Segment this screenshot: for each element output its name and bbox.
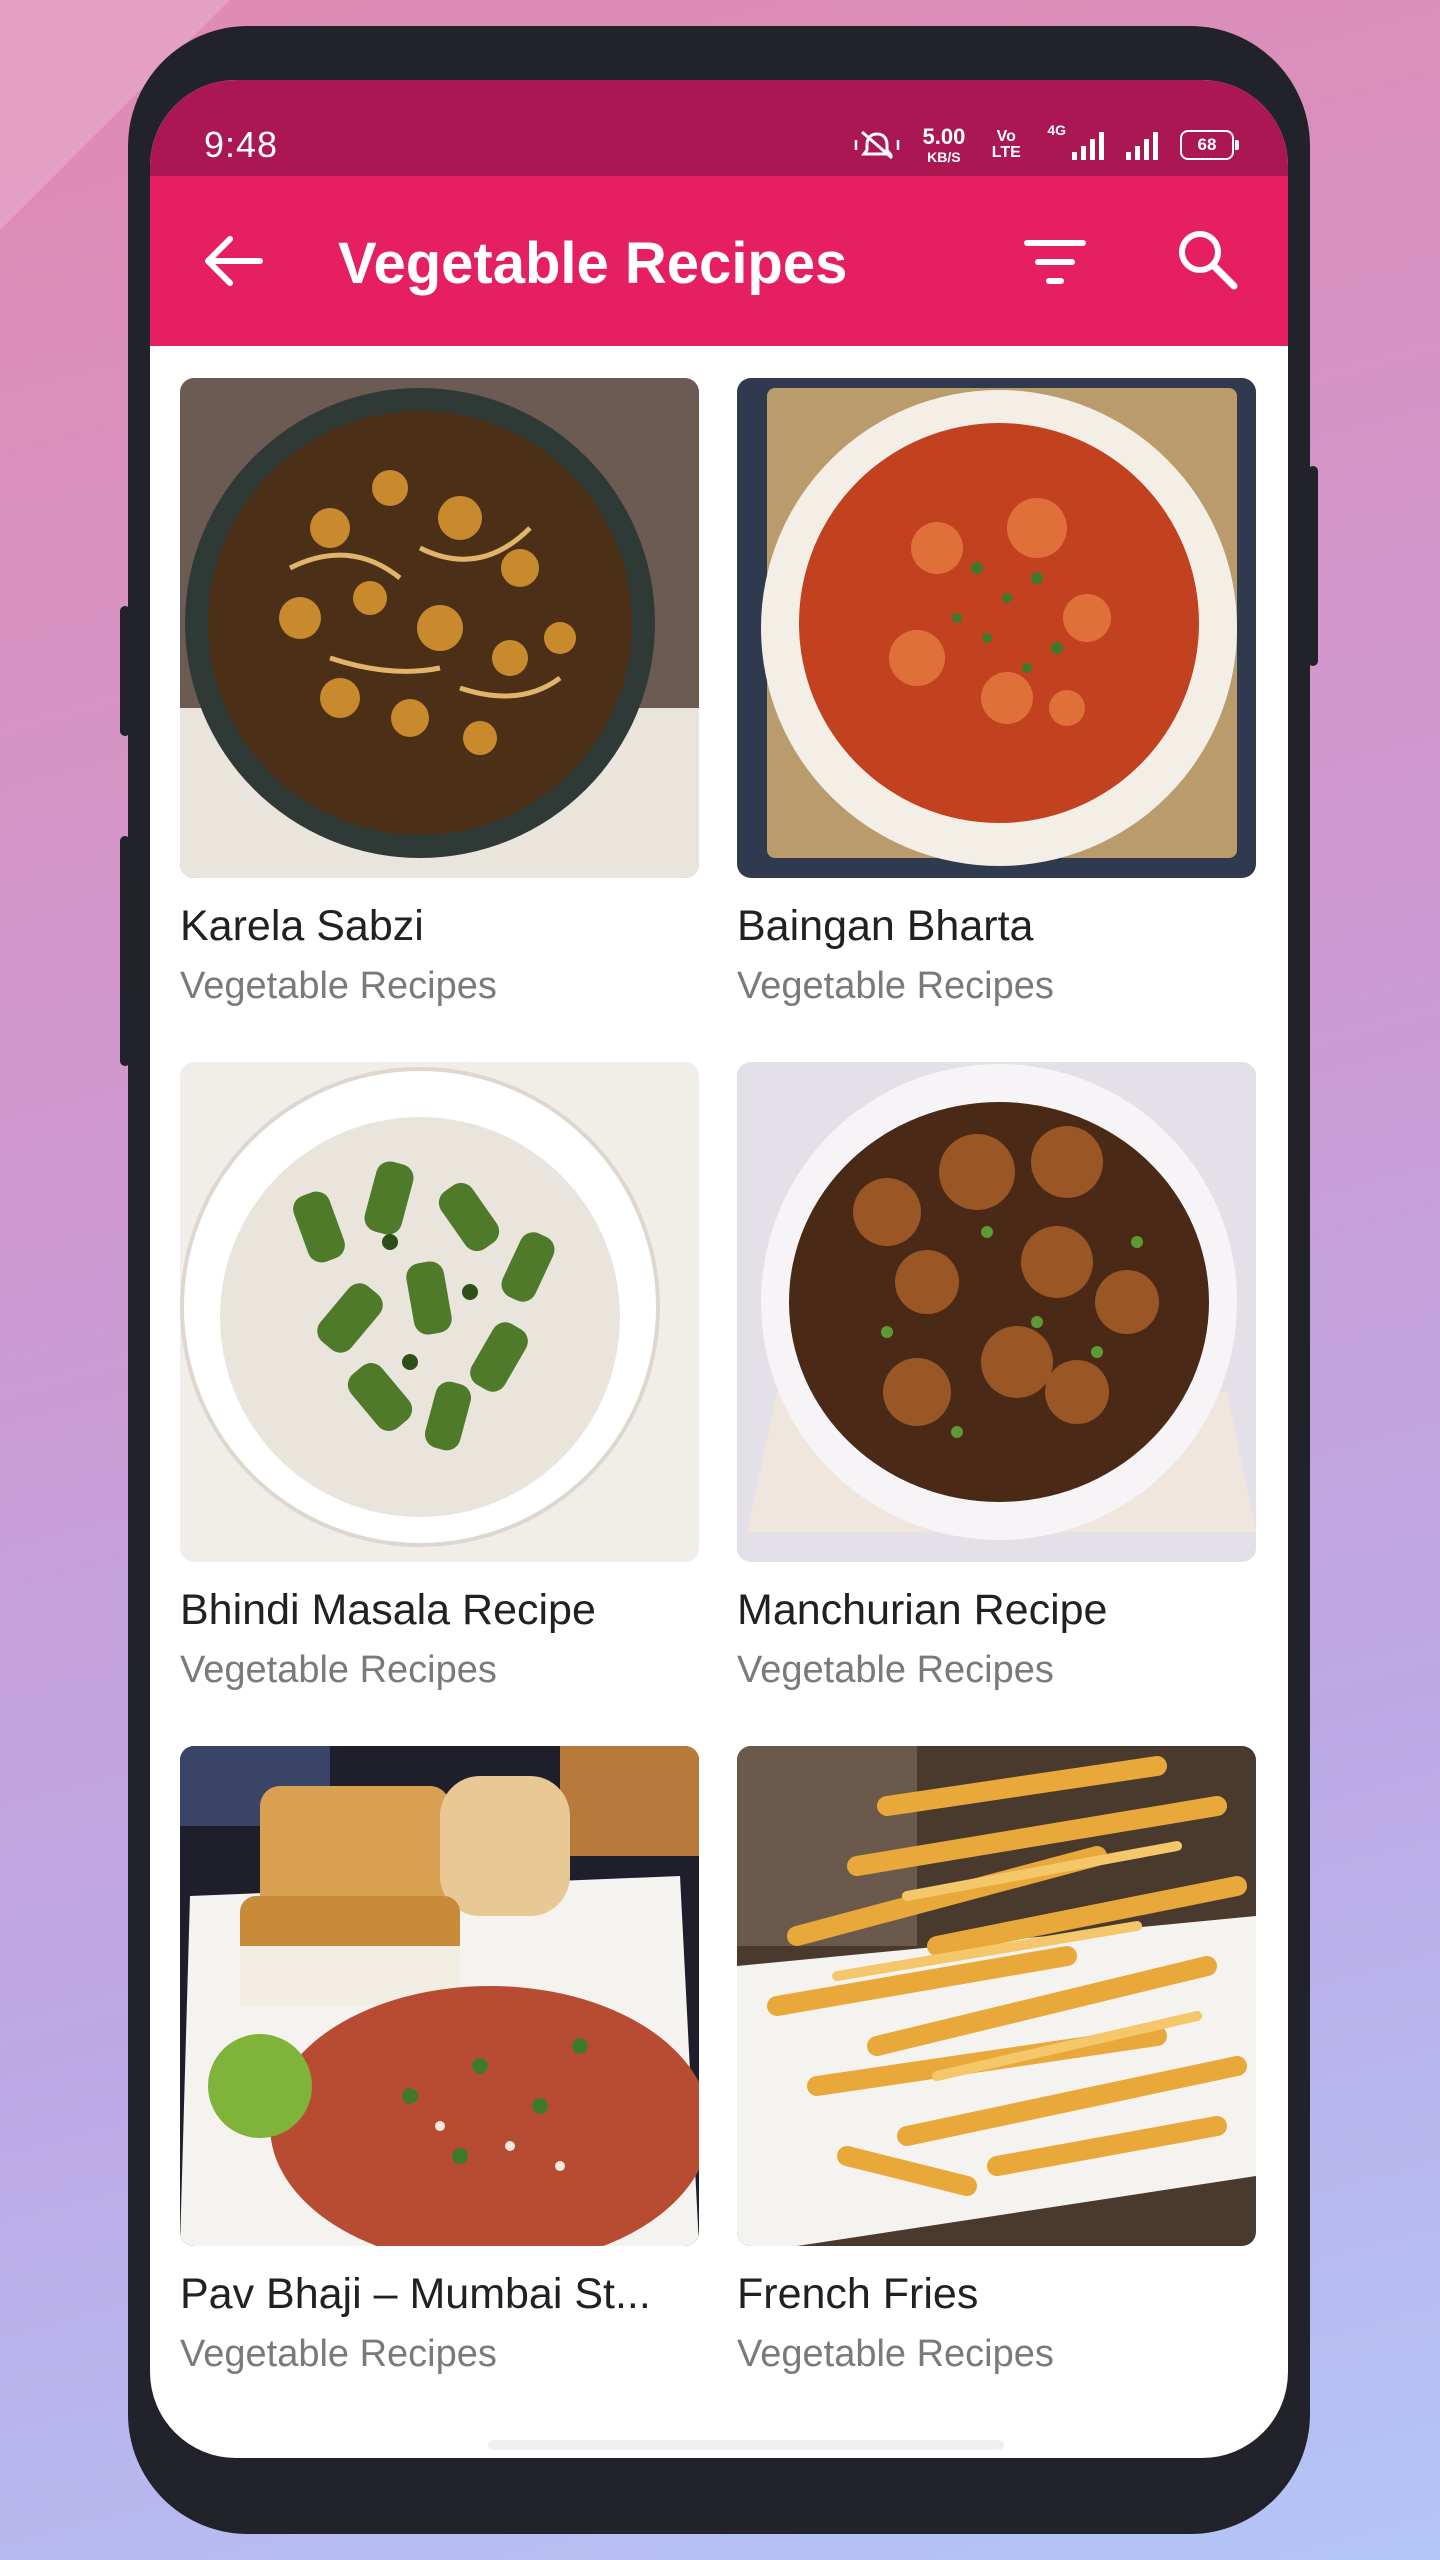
arrow-left-icon[interactable] (200, 231, 264, 291)
recipe-category: Vegetable Recipes (737, 965, 1054, 1007)
power-button (1308, 466, 1318, 666)
signal-icon (1072, 130, 1104, 160)
recipe-category: Vegetable Recipes (180, 1649, 497, 1691)
search-icon[interactable] (1174, 226, 1240, 292)
recipe-title: Bhindi Masala Recipe (180, 1586, 596, 1634)
recipe-title: Karela Sabzi (180, 902, 424, 950)
status-bar: 9:48 5.00 KB/S Vo LTE 4G 68 (150, 80, 1288, 176)
status-time: 9:48 (204, 124, 279, 165)
mute-bell-icon (855, 130, 900, 160)
recipe-card[interactable]: Bhindi Masala Recipe Vegetable Recipes (180, 1062, 699, 1692)
recipe-category: Vegetable Recipes (180, 2333, 497, 2375)
recipe-category: Vegetable Recipes (180, 965, 497, 1007)
network-type: 4G (1047, 122, 1066, 138)
network-speed: 5.00 KB/S (922, 124, 966, 165)
pav-bhaji-photo[interactable] (180, 1746, 699, 2246)
french-fries-photo[interactable] (737, 1746, 1256, 2246)
karela-sabzi-photo[interactable] (180, 378, 699, 878)
phone-screen: 9:48 5.00 KB/S Vo LTE 4G 68 Vegetable Re… (150, 80, 1288, 2458)
volume-button (120, 606, 130, 736)
recipe-title: Baingan Bharta (737, 902, 1034, 950)
recipe-card[interactable]: French Fries Vegetable Recipes (737, 1746, 1256, 2376)
recipe-title: Manchurian Recipe (737, 1586, 1108, 1634)
bhindi-masala-photo[interactable] (180, 1062, 699, 1562)
status-icons: 5.00 KB/S Vo LTE 4G 68 (854, 122, 1239, 165)
volte-indicator: Vo LTE (991, 128, 1021, 161)
filter-icon[interactable] (1022, 235, 1088, 289)
recipe-category: Vegetable Recipes (737, 1649, 1054, 1691)
volume-button (120, 836, 130, 1066)
recipe-category: Vegetable Recipes (737, 2333, 1054, 2375)
gesture-navigation-bar[interactable] (488, 2440, 1004, 2450)
recipe-card[interactable]: Baingan Bharta Vegetable Recipes (737, 378, 1256, 1008)
manchurian-photo[interactable] (737, 1062, 1256, 1562)
signal-icon (1126, 130, 1158, 160)
app-bar: Vegetable Recipes (150, 176, 1288, 346)
recipe-title: French Fries (737, 2270, 979, 2318)
recipe-card[interactable]: Manchurian Recipe Vegetable Recipes (737, 1062, 1256, 1692)
page-title: Vegetable Recipes (338, 231, 848, 296)
baingan-bharta-photo[interactable] (737, 378, 1256, 878)
recipe-card[interactable]: Karela Sabzi Vegetable Recipes (180, 378, 699, 1008)
recipe-card[interactable]: Pav Bhaji – Mumbai St... Vegetable Recip… (180, 1746, 699, 2376)
battery-icon: 68 (1180, 130, 1239, 160)
recipe-title: Pav Bhaji – Mumbai St... (180, 2270, 651, 2318)
